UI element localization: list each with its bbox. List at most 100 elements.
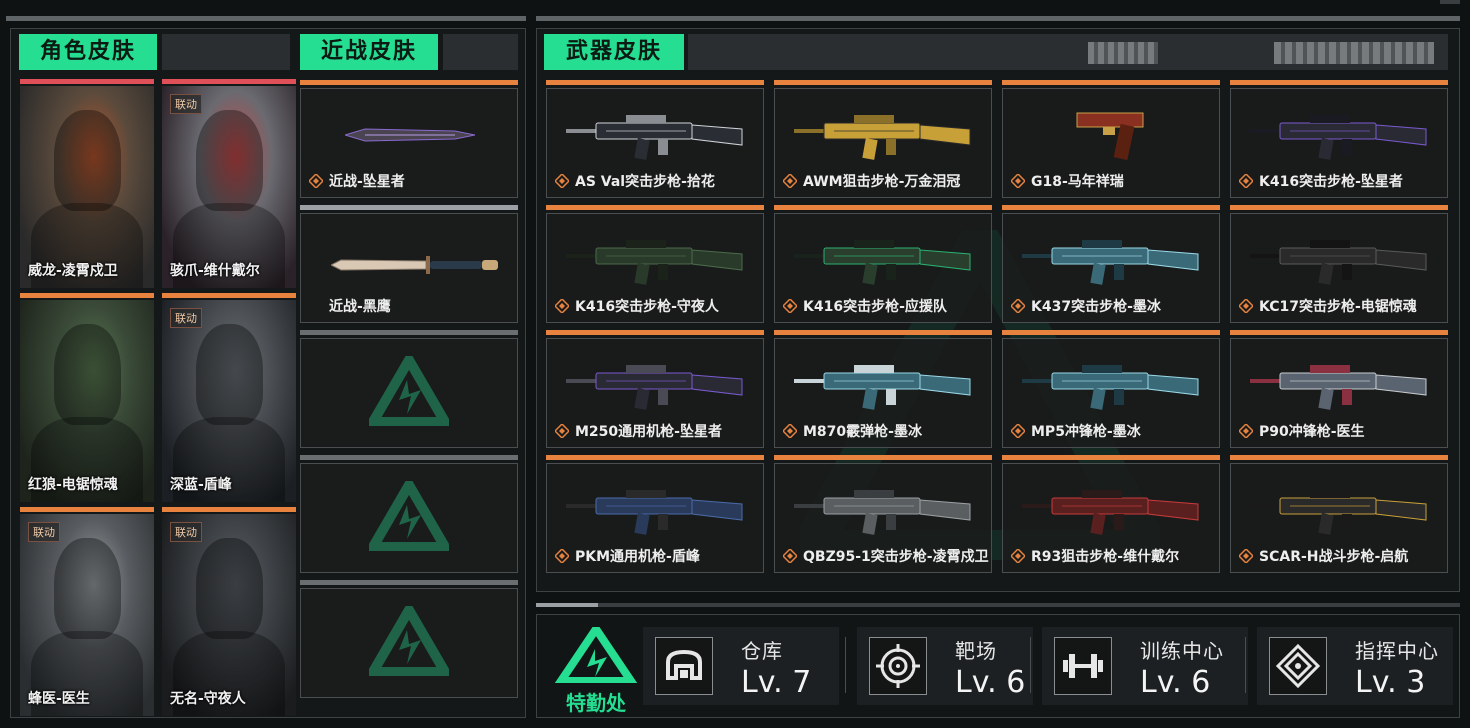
character-skin-card[interactable]: 红狼-电锯惊魂 [20, 300, 154, 502]
weapon-skin-card[interactable]: KC17突击步枪-电锯惊魂 [1230, 213, 1448, 323]
weapon-card-bar [1002, 455, 1220, 460]
special-ops-bar: 特勤处 仓库 Lv. 7 靶场 Lv. 6 训练中心 Lv. 6 指挥中心 Lv. 3 [536, 614, 1460, 718]
character-silhouette [53, 110, 121, 212]
weapon-skin-label: R93狙击步枪-维什戴尔 [1031, 549, 1180, 565]
weapon-skin-card[interactable]: K437突击步枪-墨冰 [1002, 213, 1220, 323]
character-silhouette [53, 324, 121, 426]
weapon-skin-card[interactable]: MP5冲锋枪-墨冰 [1002, 338, 1220, 448]
weapon-skin-name: KC17突击步枪-电锯惊魂 [1237, 296, 1417, 316]
character-silhouette [195, 110, 263, 212]
rarity-diamond-icon [1009, 547, 1027, 565]
weapon-image [566, 480, 746, 544]
weapon-skin-label: K416突击步枪-守夜人 [575, 299, 719, 315]
weapon-skin-card[interactable]: K416突击步枪-守夜人 [546, 213, 764, 323]
weapon-image [566, 230, 746, 294]
weapon-skin-label: AWM狙击步枪-万金泪冠 [803, 174, 961, 190]
weapon-skin-card[interactable]: SCAR-H战斗步枪-启航 [1230, 463, 1448, 573]
weapon-card-bar [546, 80, 764, 85]
weapon-skin-card[interactable]: G18-马年祥瑞 [1002, 88, 1220, 198]
weapon-skin-label: P90冲锋枪-医生 [1259, 424, 1365, 440]
character-silhouette [195, 324, 263, 426]
weapon-scrollbar-thumb[interactable] [536, 603, 598, 607]
weapon-skin-card[interactable]: AWM狙击步枪-万金泪冠 [774, 88, 992, 198]
weapon-image [1250, 480, 1430, 544]
character-silhouette [53, 538, 121, 640]
empty-slot-logo-icon [364, 475, 454, 555]
weapon-skin-card[interactable]: P90冲锋枪-医生 [1230, 338, 1448, 448]
melee-skin-card[interactable] [300, 463, 518, 573]
rarity-diamond-icon [553, 422, 571, 440]
weapon-skin-card[interactable]: QBZ95-1突击步枪-凌霄戍卫 [774, 463, 992, 573]
character-skin-name: 无名-守夜人 [170, 691, 246, 707]
rarity-diamond-icon [781, 172, 799, 190]
facility-name: 指挥中心 [1355, 639, 1439, 663]
character-card-bar [162, 79, 296, 84]
character-card-bar [162, 507, 296, 512]
melee-skin-name: 近战-黑鹰 [309, 296, 391, 316]
facility-separator [1030, 637, 1031, 693]
rarity-diamond-icon [781, 297, 799, 315]
weapon-skin-label: K416突击步枪-坠星者 [1259, 174, 1403, 190]
weapon-skin-card[interactable]: M870霰弹枪-墨冰 [774, 338, 992, 448]
character-skin-card[interactable]: 联动 深蓝-盾峰 [162, 300, 296, 502]
weapon-card-bar [774, 205, 992, 210]
melee-skin-name: 近战-坠星者 [307, 171, 405, 191]
melee-skin-card[interactable]: 近战-黑鹰 [300, 213, 518, 323]
weapon-header-extension [688, 34, 1448, 70]
target-icon [869, 637, 927, 695]
facility-item[interactable]: 仓库 Lv. 7 [643, 627, 839, 705]
weapon-image [794, 105, 974, 169]
weapon-card-bar [546, 455, 764, 460]
melee-skins-header: 近战皮肤 [300, 34, 438, 70]
rarity-diamond-icon [781, 422, 799, 440]
weapon-skin-label: M870霰弹枪-墨冰 [803, 424, 922, 440]
melee-skin-card[interactable] [300, 338, 518, 448]
facility-item[interactable]: 指挥中心 Lv. 3 [1257, 627, 1453, 705]
character-card-bar [162, 293, 296, 298]
character-card-bar [20, 507, 154, 512]
melee-knife-image [329, 252, 501, 282]
facility-item[interactable]: 训练中心 Lv. 6 [1042, 627, 1248, 705]
melee-card-bar [300, 455, 518, 460]
weapon-card-bar [1230, 80, 1448, 85]
collab-tag: 联动 [170, 308, 202, 328]
weapon-image [1022, 230, 1202, 294]
character-skin-card[interactable]: 联动 蜂医-医生 [20, 514, 154, 716]
special-ops-logo[interactable]: 特勤处 [551, 621, 641, 715]
weapon-skin-card[interactable]: K416突击步枪-应援队 [774, 213, 992, 323]
blurred-text-left [1088, 42, 1158, 64]
facility-separator [1245, 637, 1246, 693]
character-skin-card[interactable]: 联动 骇爪-维什戴尔 [162, 86, 296, 288]
weapon-skin-name: PKM通用机枪-盾峰 [553, 546, 700, 566]
facility-item[interactable]: 靶场 Lv. 6 [857, 627, 1033, 705]
collab-tag: 联动 [28, 522, 60, 542]
weapon-skin-card[interactable]: PKM通用机枪-盾峰 [546, 463, 764, 573]
top-divider-right [536, 16, 1460, 21]
rarity-diamond-icon [307, 172, 325, 190]
weapon-scrollbar-track[interactable] [536, 603, 1460, 607]
weapon-skin-name: MP5冲锋枪-墨冰 [1009, 421, 1141, 441]
character-skin-card[interactable]: 联动 无名-守夜人 [162, 514, 296, 716]
warehouse-icon [655, 637, 713, 695]
melee-skin-card[interactable]: 近战-坠星者 [300, 88, 518, 198]
facility-level: Lv. 6 [1140, 665, 1211, 700]
weapon-skin-label: G18-马年祥瑞 [1031, 174, 1124, 190]
facility-level: Lv. 6 [955, 665, 1026, 700]
weapon-skin-card[interactable]: M250通用机枪-坠星者 [546, 338, 764, 448]
weapon-skin-name: P90冲锋枪-医生 [1237, 421, 1365, 441]
weapon-skin-name: AS Val突击步枪-拾花 [553, 171, 715, 191]
rarity-diamond-icon [1009, 422, 1027, 440]
character-card-bar [20, 79, 154, 84]
special-ops-label: 特勤处 [566, 691, 626, 715]
rarity-diamond-icon [1237, 547, 1255, 565]
weapon-skin-card[interactable]: R93狙击步枪-维什戴尔 [1002, 463, 1220, 573]
character-skin-card[interactable]: 威龙-凌霄戍卫 [20, 86, 154, 288]
weapon-skin-label: PKM通用机枪-盾峰 [575, 549, 700, 565]
command-icon [1269, 637, 1327, 695]
melee-card-bar [300, 580, 518, 585]
weapon-skins-header: 武器皮肤 [544, 34, 684, 70]
weapon-skin-card[interactable]: K416突击步枪-坠星者 [1230, 88, 1448, 198]
melee-skin-card[interactable] [300, 588, 518, 698]
rarity-diamond-icon [781, 547, 799, 565]
weapon-skin-card[interactable]: AS Val突击步枪-拾花 [546, 88, 764, 198]
